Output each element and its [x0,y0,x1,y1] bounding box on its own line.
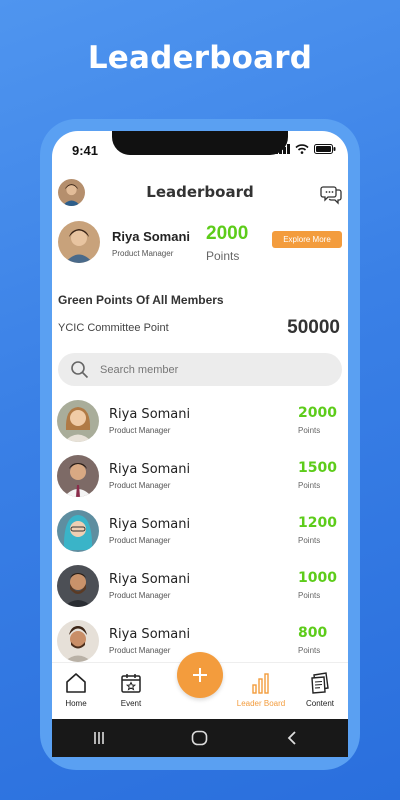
calendar-star-icon [121,674,141,693]
member-avatar [57,400,99,442]
home-icon [66,673,86,693]
member-points: 2000 [298,405,337,421]
battery-icon [314,144,336,154]
promo-title: Leaderboard [87,40,313,76]
nav-label-leaderboard: Leader Board [236,699,286,708]
member-points: 1500 [298,460,337,476]
app-screen: 9:41 Leaderboard Riya Somani Product Man… [52,131,348,757]
member-role: Product Manager [109,481,171,490]
list-item[interactable]: Riya Somani Product Manager 1200 Points [52,507,348,562]
search-icon [71,361,89,379]
search-bar[interactable] [58,353,342,386]
nav-item-leaderboard[interactable]: Leader Board [233,671,289,708]
recent-apps-icon[interactable] [92,730,106,746]
member-role: Product Manager [109,536,171,545]
nav-item-event[interactable]: Event [103,671,159,708]
bar-chart-icon [252,673,269,694]
member-avatar [57,455,99,497]
nav-label-event: Event [120,699,142,708]
user-name: Riya Somani [112,229,191,244]
nav-label-home: Home [65,699,87,708]
member-name: Riya Somani [109,572,191,587]
user-avatar [58,221,100,263]
status-icons [275,144,336,154]
nav-item-home[interactable]: Home [52,671,104,708]
member-role: Product Manager [109,426,171,435]
member-points: 1000 [298,570,337,586]
member-name: Riya Somani [109,517,191,532]
chat-icon[interactable] [320,183,344,205]
committee-points: 50000 [287,317,340,338]
page-title: Leaderboard [146,183,254,201]
member-points: 1200 [298,515,337,531]
member-role: Product Manager [109,646,171,655]
member-avatar [57,510,99,552]
cellular-signal-icon [275,144,290,154]
member-avatar [57,565,99,607]
member-points-label: Points [298,481,321,490]
member-avatar [57,620,99,662]
section-title: Green Points Of All Members [58,293,224,307]
user-points: 2000 [206,223,249,244]
member-points-label: Points [298,426,321,435]
add-button[interactable] [177,652,223,698]
explore-more-button[interactable]: Explore More [272,231,342,248]
current-user-card: Riya Somani Product Manager 2000 Points … [52,219,348,269]
user-role: Product Manager [112,249,174,258]
system-navigation-bar [52,719,348,757]
member-points-label: Points [298,536,321,545]
status-bar: 9:41 [52,131,348,171]
member-name: Riya Somani [109,627,191,642]
member-role: Product Manager [109,591,171,600]
member-list: Riya Somani Product Manager 2000 Points … [52,397,348,672]
member-points-label: Points [298,591,321,600]
member-name: Riya Somani [109,462,191,477]
nav-label-content: Content [305,699,335,708]
list-item[interactable]: Riya Somani Product Manager 1000 Points [52,562,348,617]
member-points: 800 [298,625,328,641]
documents-icon [311,672,329,694]
list-item[interactable]: Riya Somani Product Manager 2000 Points [52,397,348,452]
search-input[interactable] [100,360,330,379]
list-item[interactable]: Riya Somani Product Manager 1500 Points [52,452,348,507]
nav-item-content[interactable]: Content [292,671,348,708]
back-icon[interactable] [286,730,298,746]
user-points-label: Points [206,249,240,263]
app-header: Leaderboard [52,175,348,211]
member-name: Riya Somani [109,407,191,422]
status-time: 9:41 [72,143,99,158]
committee-label: YCIC Committee Point [58,322,169,334]
phone-notch [112,131,288,155]
home-circle-icon[interactable] [191,730,208,746]
member-points-label: Points [298,646,321,655]
wifi-icon [295,144,309,154]
plus-icon [193,668,207,682]
